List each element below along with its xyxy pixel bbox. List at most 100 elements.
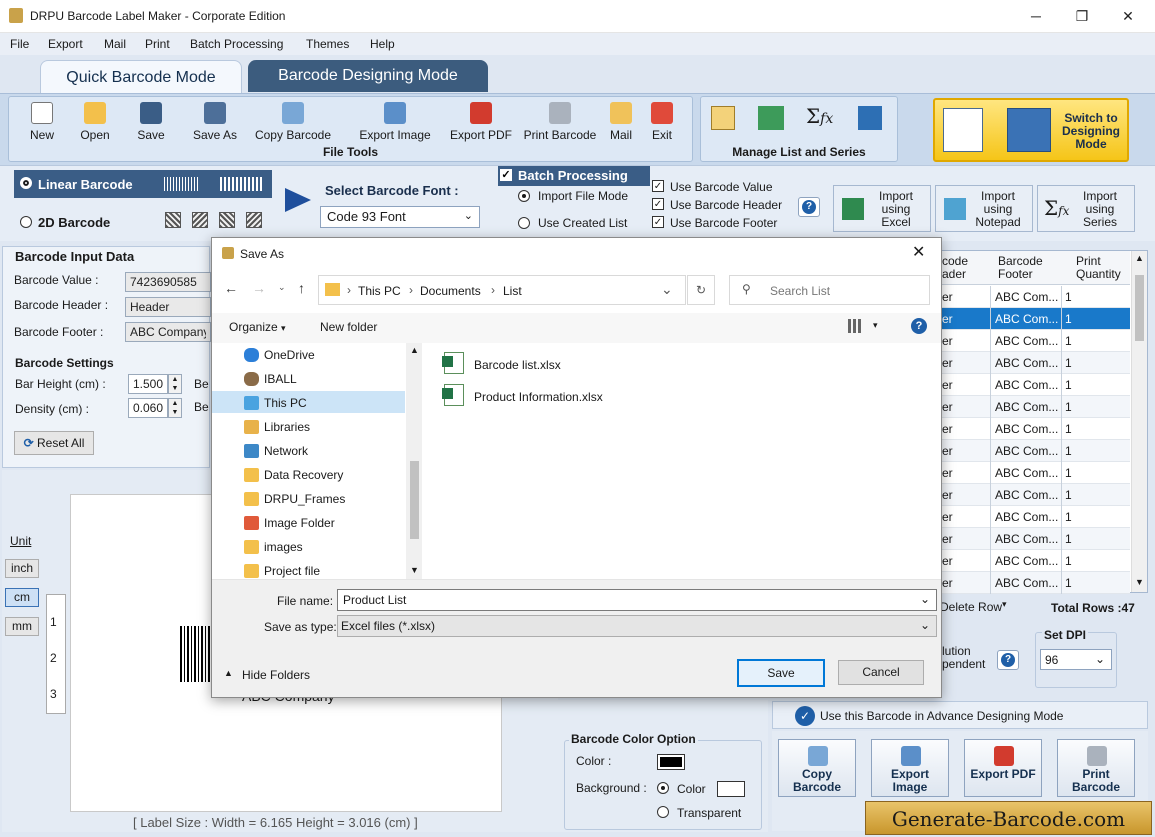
use-value-checkbox[interactable]: ✓ [652, 180, 664, 192]
cell-header[interactable]: er [942, 532, 953, 546]
transparent-radio[interactable] [657, 806, 669, 818]
cell-footer[interactable]: ABC Com... [995, 422, 1058, 436]
address-bar[interactable]: › This PC › Documents › List ⌄ [318, 275, 686, 305]
table-row[interactable]: er ABC Com... 1 [938, 374, 1130, 396]
excel-list-icon[interactable] [758, 106, 784, 130]
table-row[interactable]: er ABC Com... 1 [938, 528, 1130, 550]
density-input[interactable] [128, 398, 168, 418]
maximize-button[interactable]: ❐ [1059, 0, 1105, 32]
use-footer-checkbox[interactable]: ✓ [652, 216, 664, 228]
up-arrow-icon[interactable]: ↑ [298, 280, 305, 296]
cell-header[interactable]: er [942, 400, 953, 414]
barcode-value-input[interactable] [125, 272, 211, 292]
cell-header[interactable]: er [942, 576, 953, 590]
nav-libraries[interactable]: Libraries [244, 420, 310, 434]
scroll-up-icon[interactable]: ▲ [1135, 253, 1144, 263]
2d-radio[interactable] [20, 216, 32, 228]
background-color-radio[interactable] [657, 782, 669, 794]
dialog-save-button[interactable]: Save [737, 659, 825, 687]
unit-cm-button[interactable]: cm [5, 588, 39, 607]
open-button[interactable]: Open [77, 100, 113, 142]
delete-row-dropdown-icon[interactable]: ▾ [1002, 599, 1007, 610]
export-pdf-button[interactable]: Export PDF [447, 100, 515, 142]
cell-header[interactable]: er [942, 510, 953, 524]
dialog-help-icon[interactable]: ? [911, 318, 927, 334]
nav-image-folder[interactable]: Image Folder [244, 516, 335, 530]
cell-quantity[interactable]: 1 [1065, 554, 1072, 568]
cell-header[interactable]: er [942, 312, 953, 326]
print-barcode-button[interactable]: Print Barcode [518, 100, 602, 142]
dpi-select[interactable]: 96 ⌄ [1040, 649, 1112, 670]
menu-export[interactable]: Export [48, 37, 83, 51]
cell-footer[interactable]: ABC Com... [995, 510, 1058, 524]
bar-height-input[interactable] [128, 374, 168, 394]
table-row[interactable]: er ABC Com... 1 [938, 330, 1130, 352]
export-image-button[interactable]: Export Image [353, 100, 437, 142]
scroll-down-icon[interactable]: ▼ [1135, 577, 1144, 587]
table-row[interactable]: er ABC Com... 1 [938, 286, 1130, 308]
cell-footer[interactable]: ABC Com... [995, 334, 1058, 348]
table-row[interactable]: er ABC Com... 1 [938, 352, 1130, 374]
copy-barcode-bottom-button[interactable]: Copy Barcode [778, 739, 856, 797]
cell-footer[interactable]: ABC Com... [995, 576, 1058, 590]
tab-barcode-designing-mode[interactable]: Barcode Designing Mode [248, 60, 488, 92]
import-notepad-button[interactable]: Import using Notepad [935, 185, 1033, 232]
barcode-footer-input[interactable] [125, 322, 211, 342]
use-created-list-radio[interactable] [518, 217, 530, 229]
organize-button[interactable]: Organize ▾ [229, 320, 286, 334]
cell-footer[interactable]: ABC Com... [995, 444, 1058, 458]
exit-button[interactable]: Exit [648, 100, 676, 142]
nav-this-pc[interactable]: This PC [244, 396, 307, 410]
cell-footer[interactable]: ABC Com... [995, 290, 1058, 304]
scroll-thumb[interactable] [1135, 275, 1144, 341]
cell-footer[interactable]: ABC Com... [995, 488, 1058, 502]
table-row[interactable]: er ABC Com... 1 [938, 572, 1130, 594]
close-button[interactable]: ✕ [1105, 0, 1151, 32]
table-row[interactable]: er ABC Com... 1 [938, 418, 1130, 440]
batch-help-button[interactable]: ? [798, 197, 820, 217]
cell-header[interactable]: er [942, 554, 953, 568]
cell-footer[interactable]: ABC Com... [995, 466, 1058, 480]
table-row[interactable]: er ABC Com... 1 [938, 308, 1130, 330]
menu-print[interactable]: Print [145, 37, 170, 51]
batch-processing-checkbox[interactable]: ✓ Batch Processing [498, 166, 650, 186]
grid-scrollbar[interactable]: ▲ ▼ [1131, 251, 1147, 592]
save-button[interactable]: Save [133, 100, 169, 142]
swap-arrows-icon[interactable] [858, 106, 882, 130]
scroll-thumb[interactable] [410, 461, 419, 539]
cell-header[interactable]: er [942, 422, 953, 436]
cell-footer[interactable]: ABC Com... [995, 356, 1058, 370]
forward-arrow-icon[interactable]: → [252, 280, 266, 296]
cell-header[interactable]: er [942, 466, 953, 480]
print-barcode-bottom-button[interactable]: Print Barcode [1057, 739, 1135, 797]
cell-quantity[interactable]: 1 [1065, 466, 1072, 480]
cell-quantity[interactable]: 1 [1065, 334, 1072, 348]
back-arrow-icon[interactable]: ← [224, 280, 238, 296]
menu-help[interactable]: Help [370, 37, 395, 51]
new-button[interactable]: New [24, 100, 60, 142]
series-sigma-icon[interactable]: Σfx [806, 104, 833, 128]
chevron-down-icon[interactable]: ⌄ [661, 281, 673, 298]
table-row[interactable]: er ABC Com... 1 [938, 462, 1130, 484]
density-spinner[interactable]: ▲ ▼ [168, 398, 182, 418]
table-row[interactable]: er ABC Com... 1 [938, 440, 1130, 462]
hide-folders-chevron-icon[interactable]: ▲ [224, 668, 233, 678]
view-options-icon[interactable] [848, 319, 863, 333]
cell-quantity[interactable]: 1 [1065, 510, 1072, 524]
barcode-header-input[interactable] [125, 297, 211, 317]
cell-header[interactable]: er [942, 378, 953, 392]
file-name-input[interactable]: Product List ⌄ [337, 589, 937, 611]
linear-radio[interactable] [20, 177, 32, 189]
table-row[interactable]: er ABC Com... 1 [938, 506, 1130, 528]
dpi-help-button[interactable]: ? [997, 650, 1019, 670]
dialog-cancel-button[interactable]: Cancel [838, 660, 924, 685]
refresh-icon[interactable]: ↻ [687, 275, 715, 305]
use-header-checkbox[interactable]: ✓ [652, 198, 664, 210]
save-as-button[interactable]: Save As [188, 100, 242, 142]
new-folder-button[interactable]: New folder [320, 320, 377, 334]
save-as-type-select[interactable]: Excel files (*.xlsx) ⌄ [337, 615, 937, 637]
edit-list-icon[interactable] [711, 106, 735, 130]
cell-header[interactable]: er [942, 488, 953, 502]
export-image-bottom-button[interactable]: Export Image [871, 739, 949, 797]
cell-footer[interactable]: ABC Com... [995, 532, 1058, 546]
